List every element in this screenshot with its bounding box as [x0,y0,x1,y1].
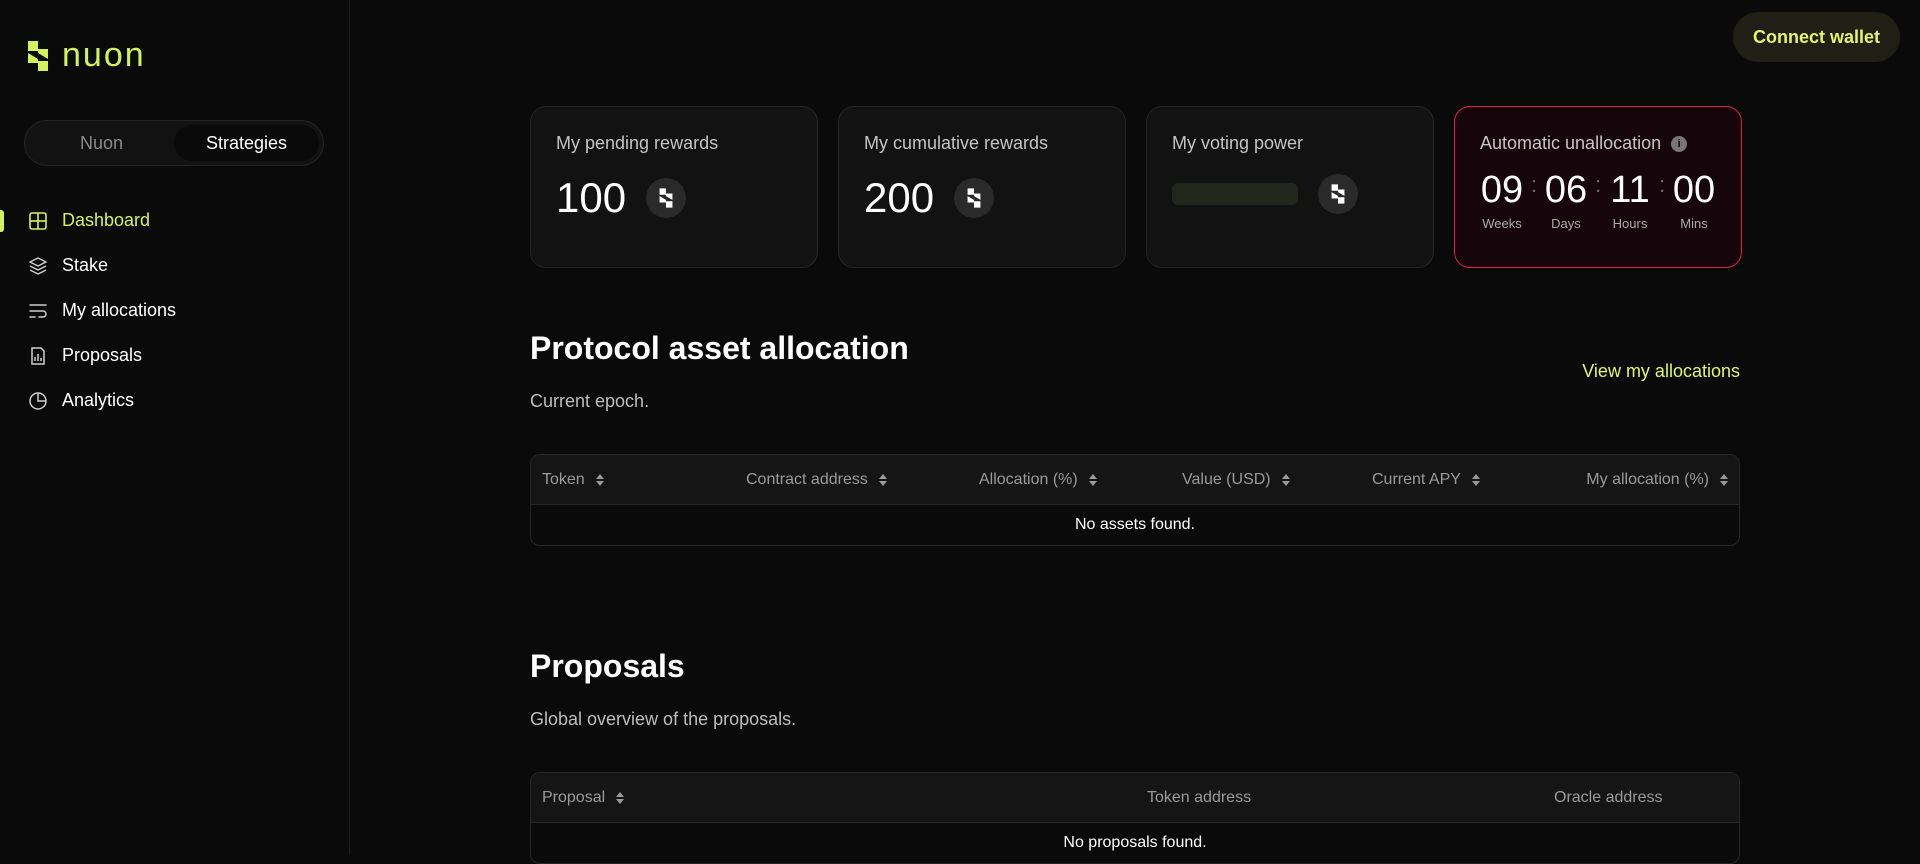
sidebar-item-label: Dashboard [62,210,151,230]
app-toggle: Nuon Strategies [24,120,324,166]
sidebar-item-dashboard[interactable]: Dashboard [0,198,350,243]
pending-rewards-value: 100 [556,174,627,221]
countdown-separator: : [1658,172,1666,197]
grid-icon [28,211,48,231]
column-label: Token address [1147,789,1252,806]
proposals-section-title: Proposals [530,648,685,684]
sort-icon [616,792,625,804]
nuon-logo[interactable]: nuon [24,36,146,75]
sort-icon [878,474,887,486]
empty-state: No proposals found. [1063,834,1207,851]
column-allocation[interactable]: Allocation (%) [979,455,1098,505]
countdown-separator: : [1530,172,1538,197]
unallocation-title: Automatic unallocation [1480,133,1662,153]
sort-icon [1088,474,1097,486]
nuon-token-icon [954,178,995,218]
toggle-nuon[interactable]: Nuon [29,125,174,161]
sidebar-item-analytics[interactable]: Analytics [0,378,350,423]
countdown-label: Mins [1680,216,1708,231]
column-current-apy[interactable]: Current APY [1372,455,1481,505]
pending-rewards-card: My pending rewards 100 [530,106,818,268]
column-label: Token [542,471,585,488]
column-label: Current APY [1372,471,1461,488]
column-label: Allocation (%) [979,471,1078,488]
column-label: My allocation (%) [1586,471,1709,488]
proposals-section-subtitle: Global overview of the proposals. [530,709,797,729]
voting-power-loading [1172,183,1298,205]
cumulative-rewards-value: 200 [864,174,935,221]
cumulative-rewards-card: My cumulative rewards 200 [838,106,1126,268]
sort-icon [595,474,604,486]
column-label: Value (USD) [1182,471,1271,488]
nuon-token-icon [1318,174,1358,214]
card-title: My voting power [1172,133,1304,153]
countdown-mins: 00 [1672,169,1716,211]
column-token[interactable]: Token [542,455,605,505]
sidebar-item-proposals[interactable]: Proposals [0,333,350,378]
countdown-weeks: 09 [1480,169,1524,211]
countdown-hours: 11 [1610,169,1650,211]
table-header: Token Contract address Allocation (%) Va… [531,455,1739,505]
countdown-label: Weeks [1482,216,1522,231]
sidebar-item-label: My allocations [62,300,177,320]
view-my-allocations-link[interactable]: View my allocations [1582,361,1740,382]
sidebar-item-label: Proposals [62,345,143,365]
card-title: My pending rewards [556,133,719,153]
countdown-separator: : [1594,172,1602,197]
countdown: 09 Weeks : 06 Days : 11 Hours : 00 Mins [1480,170,1716,231]
column-oracle-address: Oracle address [1554,773,1663,823]
sort-icon [1720,474,1728,486]
nuon-logo-icon [28,40,48,71]
pie-chart-icon [28,391,48,411]
sidebar-nav: Dashboard Stake My allocations Proposals… [0,198,350,423]
column-token-address: Token address [1147,773,1251,823]
info-icon[interactable]: i [1671,135,1688,152]
stats-cards: My pending rewards 100 My cumulative rew… [530,106,1742,268]
countdown-days: 06 [1544,169,1588,211]
automatic-unallocation-card: Automatic unallocation i 09 Weeks : 06 Day… [1454,106,1742,268]
list-wrap-icon [28,301,48,321]
card-title: Automatic unallocation i [1480,133,1716,154]
countdown-label: Hours [1612,216,1648,231]
voting-power-card: My voting power [1146,106,1434,268]
column-value-usd[interactable]: Value (USD) [1182,455,1291,505]
connect-wallet-button[interactable]: Connect wallet [1732,12,1900,62]
brand-name: nuon [62,36,146,74]
sidebar-item-label: Stake [62,255,109,275]
sidebar-item-stake[interactable]: Stake [0,243,350,288]
allocation-table: Token Contract address Allocation (%) Va… [530,454,1740,546]
countdown-label: Days [1551,216,1581,231]
nuon-token-icon [646,178,687,218]
column-label: Contract address [746,471,868,488]
sidebar: nuon Nuon Strategies Dashboard Stake My … [0,0,350,855]
table-header: Proposal Token address Oracle address [531,773,1739,823]
column-proposal[interactable]: Proposal [542,773,625,823]
empty-state: No assets found. [1074,516,1196,533]
toggle-strategies[interactable]: Strategies [174,125,319,161]
column-label: Proposal [542,789,606,806]
allocation-section-title: Protocol asset allocation [530,330,909,366]
sort-icon [1471,474,1480,486]
allocation-section-subtitle: Current epoch. [530,391,650,411]
document-chart-icon [28,346,48,366]
column-contract-address[interactable]: Contract address [746,455,888,505]
proposals-table: Proposal Token address Oracle address No… [530,772,1740,864]
sort-icon [1281,474,1290,486]
layers-icon [28,256,48,276]
column-label: Oracle address [1554,789,1663,806]
sidebar-item-label: Analytics [62,390,135,410]
column-my-allocation[interactable]: My allocation (%) [1586,455,1729,505]
sidebar-item-my-allocations[interactable]: My allocations [0,288,350,333]
card-title: My cumulative rewards [864,133,1049,153]
